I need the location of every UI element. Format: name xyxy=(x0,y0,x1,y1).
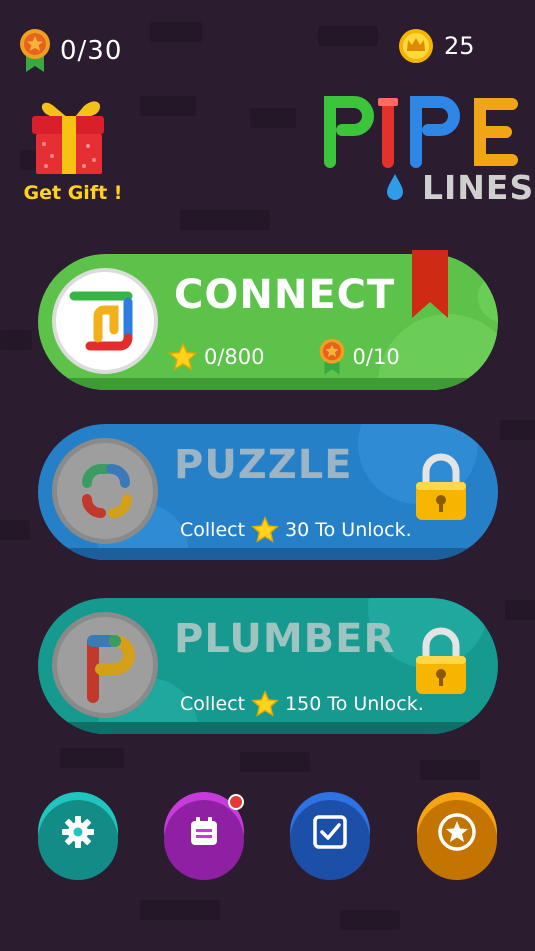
unlock-amount: 150 To Unlock. xyxy=(285,693,424,715)
calendar-icon xyxy=(191,817,217,845)
get-gift-label: Get Gift ! xyxy=(23,182,123,204)
daily-calendar-button[interactable] xyxy=(164,792,244,880)
bookmark-ribbon-icon xyxy=(412,250,448,318)
coin-counter: 25 xyxy=(398,28,475,64)
mode-title-puzzle: PUZZLE xyxy=(174,442,353,488)
connect-stars-count: 0/800 xyxy=(204,345,265,369)
star-icon xyxy=(168,342,198,371)
water-drop-icon xyxy=(387,174,403,200)
star-icon xyxy=(251,690,279,717)
mode-card-plumber[interactable]: PLUMBER Collect 150 To Unlock. xyxy=(38,598,498,734)
star-icon xyxy=(251,516,279,543)
mode-title-connect: CONNECT xyxy=(174,272,396,318)
lock-icon xyxy=(416,627,466,694)
medal-icon xyxy=(20,29,50,72)
coin-count: 25 xyxy=(444,32,475,60)
medal-icon xyxy=(319,338,344,375)
lock-icon xyxy=(416,453,466,520)
get-gift-button[interactable]: Get Gift ! xyxy=(18,98,128,204)
notification-dot xyxy=(228,794,244,810)
connect-badge-icon xyxy=(52,268,158,374)
crown-coin-icon xyxy=(399,29,433,63)
connect-medals-count: 0/10 xyxy=(352,345,400,369)
plumber-unlock-requirement: Collect 150 To Unlock. xyxy=(180,690,424,718)
plumber-badge-icon xyxy=(52,612,158,718)
checkbox-icon xyxy=(313,815,347,849)
medal-counter: 0/30 xyxy=(18,28,122,74)
gear-icon xyxy=(62,816,94,848)
pipe-lines-logo: LINES xyxy=(322,90,533,210)
unlock-amount: 30 To Unlock. xyxy=(285,519,412,541)
mode-card-puzzle[interactable]: PUZZLE Collect 30 To Unlock. xyxy=(38,424,498,560)
gift-box-icon xyxy=(32,101,104,174)
medal-count: 0/30 xyxy=(60,36,123,66)
pipe-logo-word xyxy=(324,96,518,168)
tasks-button[interactable] xyxy=(290,792,370,880)
puzzle-badge-icon xyxy=(52,438,158,544)
unlock-prefix: Collect xyxy=(180,693,246,715)
lines-word: LINES xyxy=(422,168,535,207)
mode-title-plumber: PLUMBER xyxy=(174,616,396,662)
connect-progress: 0/800 0/10 xyxy=(168,338,400,376)
achievements-button[interactable] xyxy=(417,792,497,880)
star-badge-icon xyxy=(438,813,476,851)
settings-button[interactable] xyxy=(38,792,118,880)
unlock-prefix: Collect xyxy=(180,519,246,541)
puzzle-unlock-requirement: Collect 30 To Unlock. xyxy=(180,516,412,544)
